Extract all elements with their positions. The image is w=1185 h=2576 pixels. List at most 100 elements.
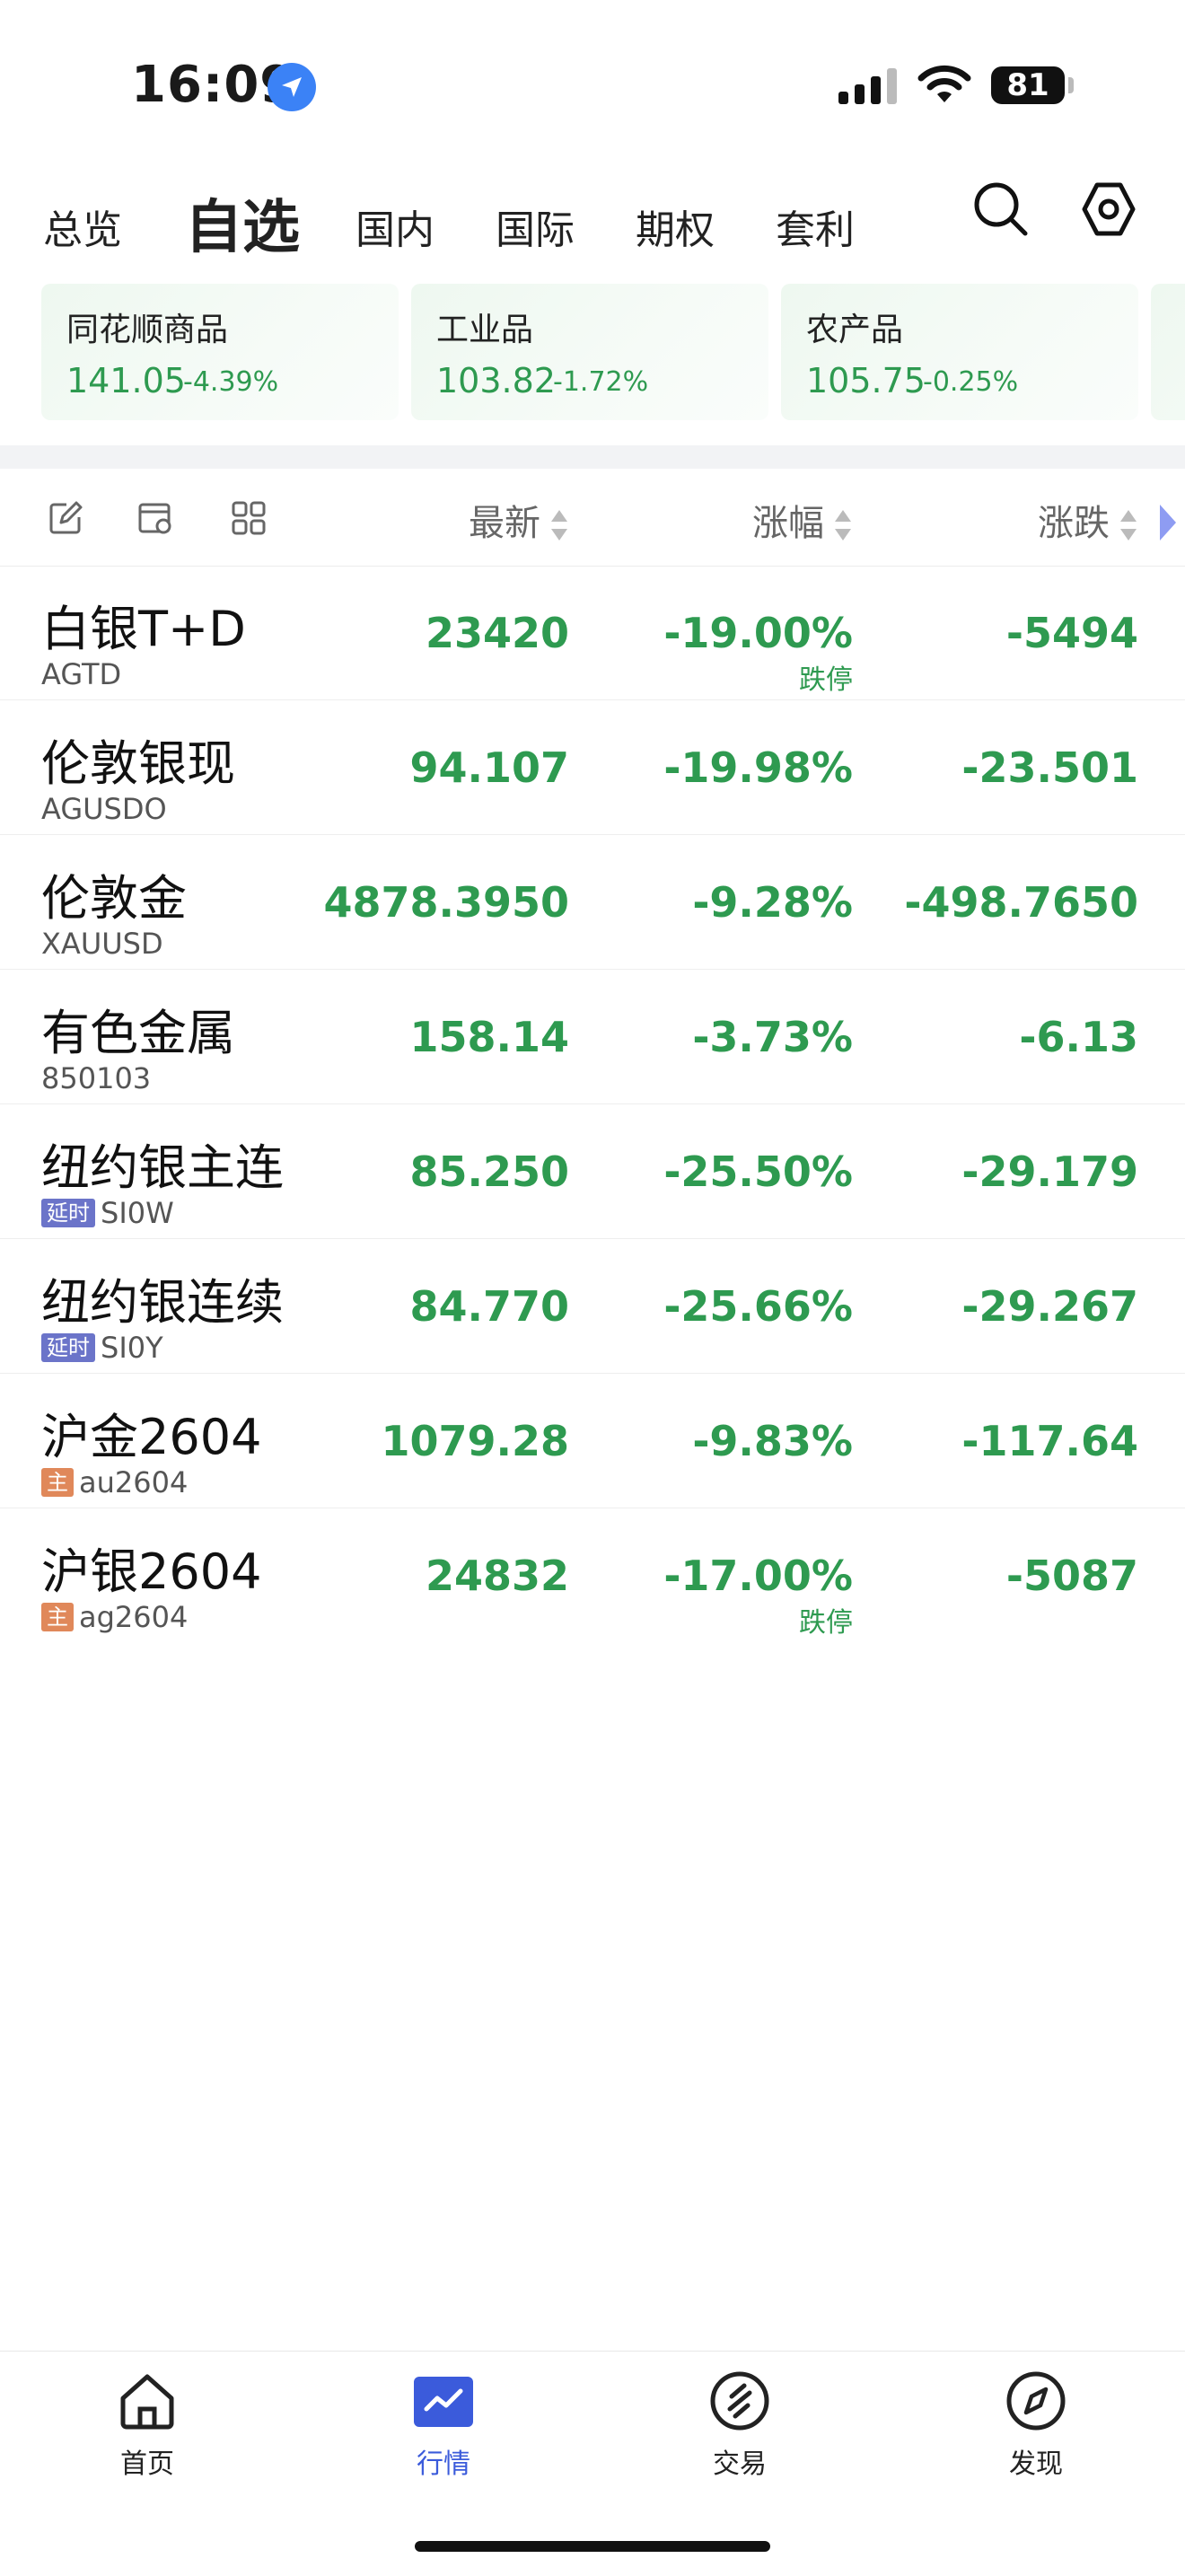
index-card-value: 103.82 [436,361,556,400]
instrument-code-text: 850103 [41,1061,152,1095]
sort-icon [1120,510,1137,541]
main-contract-tag: 主 [41,1468,74,1497]
instrument-code-text: ag2604 [79,1600,189,1634]
change-amount: -5087 [1005,1552,1138,1600]
instrument-code-text: XAUUSD [41,927,163,961]
instrument-name: 伦敦金 [41,870,187,927]
column-pct[interactable]: 涨幅 [752,494,853,546]
more-columns-arrow-icon[interactable] [1158,503,1178,542]
home-indicator [415,2541,770,2552]
limit-down-badge: 跌停 [799,1607,853,1639]
change-amount: -498.7650 [904,878,1138,927]
table-row[interactable]: 纽约银主连 延时 SI0W 85.250 -25.50% -29.179 [0,1104,1185,1239]
change-amount: -6.13 [1019,1013,1138,1061]
change-percent: -19.00% [663,609,853,657]
change-percent: -25.50% [663,1147,853,1196]
cellular-signal-icon [838,68,897,104]
latest-price: 84.770 [409,1282,569,1331]
instrument-name: 纽约银连续 [41,1274,284,1331]
sort-icon [551,510,567,541]
index-card[interactable]: 同花顺商品 141.05 -4.39% [41,284,399,420]
tab-options[interactable]: 期权 [636,198,715,255]
column-latest-label: 最新 [469,503,540,544]
change-amount: -23.501 [961,743,1138,792]
index-card-value: 141.05 [66,361,186,400]
index-card[interactable]: 农产品 105.75 -0.25% [781,284,1138,420]
table-row[interactable]: 沪银2604 主 ag2604 24832 -17.00% 跌停 -5087 [0,1508,1185,1642]
nav-discover[interactable]: 发现 [955,2369,1117,2481]
watchlist-table: 白银T+D AGTD 23420 -19.00% 跌停 -5494 伦敦银现 A… [0,566,1185,1642]
battery-level: 81 [991,66,1065,104]
change-percent: -9.28% [692,878,853,927]
change-percent: -9.83% [692,1417,853,1465]
instrument-name: 沪银2604 [41,1543,262,1600]
table-row[interactable]: 有色金属 850103 158.14 -3.73% -6.13 [0,970,1185,1104]
grid-view-icon[interactable] [230,499,268,537]
nav-home[interactable]: 首页 [66,2369,228,2481]
tab-arbitrage[interactable]: 套利 [776,198,855,255]
change-percent: -17.00% [663,1552,853,1600]
instrument-name: 白银T+D [41,601,246,657]
edit-icon[interactable] [47,499,84,537]
trade-icon [710,2371,769,2431]
column-pct-label: 涨幅 [752,503,824,544]
instrument-code-text: au2604 [79,1465,189,1499]
tab-overview[interactable]: 总览 [43,198,122,255]
table-row[interactable]: 纽约银连续 延时 SI0Y 84.770 -25.66% -29.267 [0,1239,1185,1374]
nav-market[interactable]: 行情 [363,2369,524,2481]
nav-home-label: 首页 [120,2449,174,2480]
status-bar: 16:09 81 [0,0,1185,171]
nav-trade-label: 交易 [713,2449,767,2480]
watchlist-manage-icon[interactable] [136,499,174,537]
latest-price: 24832 [425,1552,569,1600]
change-percent: -19.98% [663,743,853,792]
change-percent: -3.73% [692,1013,853,1061]
location-icon [268,63,316,111]
main-contract-tag: 主 [41,1603,74,1631]
latest-price: 94.107 [409,743,569,792]
section-divider [0,445,1185,469]
nav-market-label: 行情 [417,2449,470,2480]
instrument-code-text: SI0W [101,1196,174,1230]
index-card-change: -0.25% [923,366,1019,398]
index-card-name: 同花顺商品 [66,312,229,348]
home-icon [120,2374,174,2430]
search-icon[interactable] [971,180,1031,239]
nav-trade[interactable]: 交易 [659,2369,821,2481]
index-card-partial[interactable] [1151,284,1185,420]
change-percent: -25.66% [663,1282,853,1331]
column-chg[interactable]: 涨跌 [1038,494,1138,546]
latest-price: 85.250 [409,1147,569,1196]
table-row[interactable]: 伦敦银现 AGUSDO 94.107 -19.98% -23.501 [0,700,1185,835]
instrument-code: 延时 SI0W [41,1196,174,1230]
index-cards: 同花顺商品 141.05 -4.39% 工业品 103.82 -1.72% 农产… [0,284,1185,427]
instrument-code: 主 ag2604 [41,1600,188,1634]
change-amount: -29.267 [961,1282,1138,1331]
latest-price: 158.14 [409,1013,569,1061]
wifi-icon [917,65,971,102]
delayed-tag: 延时 [41,1333,95,1362]
index-card[interactable]: 工业品 103.82 -1.72% [411,284,768,420]
latest-price: 23420 [425,609,569,657]
compass-icon [1006,2371,1066,2431]
instrument-name: 有色金属 [41,1005,235,1061]
column-latest[interactable]: 最新 [469,494,569,546]
tab-domestic[interactable]: 国内 [356,198,434,255]
settings-icon[interactable] [1079,180,1138,239]
tab-watchlist[interactable]: 自选 [185,181,300,264]
instrument-code: 主 au2604 [41,1465,188,1499]
index-card-name: 工业品 [436,312,534,348]
change-amount: -117.64 [961,1417,1138,1465]
table-row[interactable]: 白银T+D AGTD 23420 -19.00% 跌停 -5494 [0,566,1185,700]
battery-cap [1068,77,1074,93]
table-row[interactable]: 沪金2604 主 au2604 1079.28 -9.83% -117.64 [0,1374,1185,1508]
table-row[interactable]: 伦敦金 XAUUSD 4878.3950 -9.28% -498.7650 [0,835,1185,970]
instrument-code-text: SI0Y [101,1331,163,1365]
market-icon [414,2377,473,2427]
instrument-code: AGTD [41,657,121,691]
instrument-code: 延时 SI0Y [41,1331,163,1365]
tab-international[interactable]: 国际 [496,198,575,255]
index-card-name: 农产品 [806,312,904,348]
nav-discover-label: 发现 [1009,2449,1063,2480]
change-amount: -29.179 [961,1147,1138,1196]
